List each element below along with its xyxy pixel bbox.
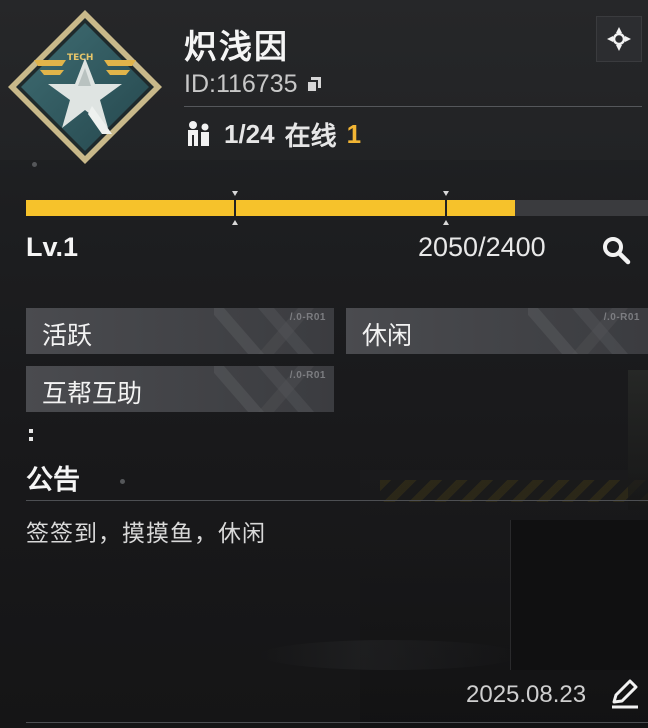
online-label: 在线: [284, 120, 337, 151]
guild-tag: 休闲 /.0-R01: [346, 308, 648, 354]
tag-code: /.0-R01: [289, 312, 326, 323]
background-right-strip: [628, 370, 648, 510]
members-icon: [188, 121, 209, 146]
guild-id-row: ID:116735: [184, 68, 324, 100]
notice-date: 2025.08.23: [466, 681, 587, 708]
search-icon[interactable]: [598, 232, 636, 270]
member-count-row: 1/24 在线 1: [184, 116, 361, 152]
online-count: 1: [346, 118, 362, 149]
notice-title: 公告: [26, 465, 80, 495]
notice-body: 签签到，摸摸鱼，休闲: [26, 520, 266, 546]
pencil-icon[interactable]: [608, 676, 642, 710]
decorative-dots-icon: [29, 429, 33, 441]
settings-button[interactable]: [596, 16, 642, 62]
progress-notch: [443, 191, 449, 225]
guild-level: Lv.1: [26, 232, 79, 262]
background-panel: [510, 520, 648, 670]
decorative-dot: [32, 162, 37, 167]
copy-icon[interactable]: [304, 74, 324, 94]
tag-code: /.0-R01: [289, 370, 326, 381]
level-progress-fill: [26, 200, 515, 216]
notice-divider: [26, 500, 648, 501]
bottom-divider: [26, 722, 648, 723]
tag-label: 活跃: [42, 322, 93, 350]
member-count: 1/24: [224, 118, 275, 149]
header-divider: [184, 106, 642, 107]
background-hazard-stripe: [380, 480, 648, 502]
guild-emblem-icon[interactable]: TECH: [4, 6, 166, 168]
tag-label: 休闲: [362, 322, 413, 350]
settings-icon: [607, 27, 631, 51]
tag-code: /.0-R01: [603, 312, 640, 323]
level-progress-bar: [26, 191, 648, 225]
guild-id: ID:116735: [184, 69, 298, 98]
guild-tag: 活跃 /.0-R01: [26, 308, 334, 354]
decorative-dot: [120, 479, 125, 484]
guild-name: 炽浅因: [184, 28, 289, 65]
emblem-text: TECH: [67, 53, 93, 63]
background-floor-light: [260, 640, 520, 670]
progress-notch: [232, 191, 238, 225]
guild-tag: 互帮互助 /.0-R01: [26, 366, 334, 412]
experience-value: 2050/2400: [418, 232, 546, 262]
tag-label: 互帮互助: [42, 380, 143, 408]
